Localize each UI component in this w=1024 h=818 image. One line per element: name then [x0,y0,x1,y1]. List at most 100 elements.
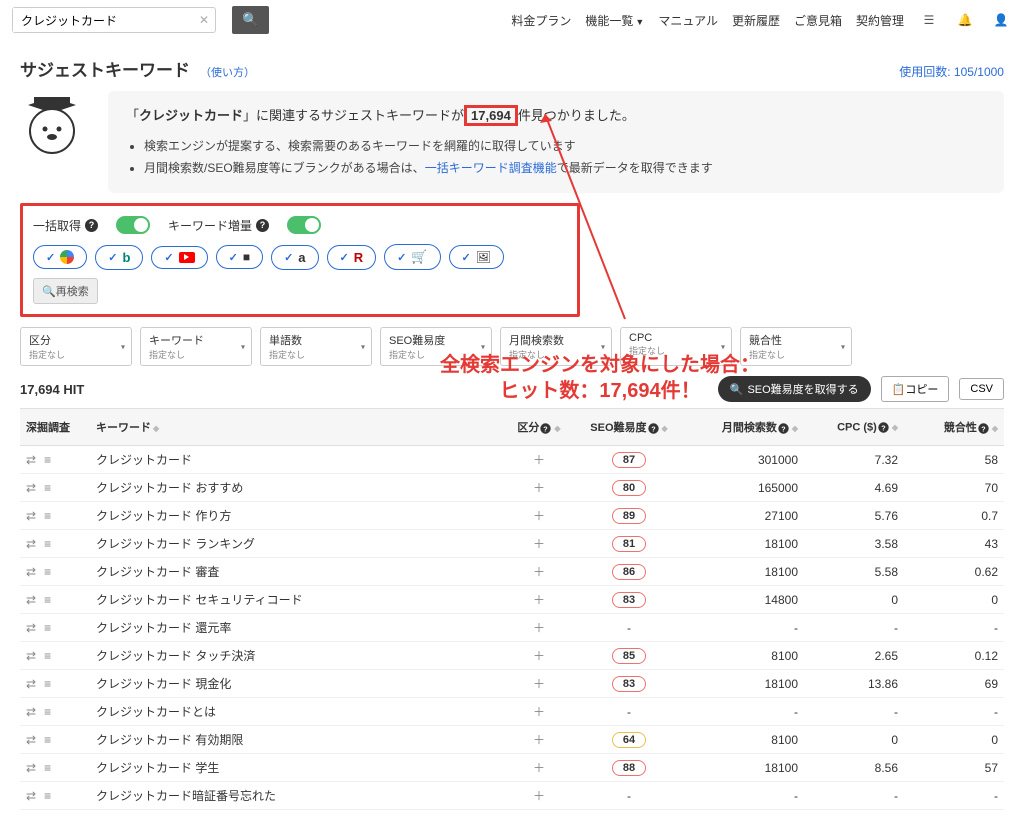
col-seo[interactable]: SEO難易度?◆ [574,409,684,446]
cell-cpc: 0 [804,586,904,614]
search-button[interactable]: 🔍 [232,6,269,34]
engine-google[interactable]: ✓ [33,245,87,269]
check-icon: ✓ [108,251,117,264]
filter-5[interactable]: CPC指定なし [620,327,732,366]
menu-icon[interactable]: ≡ [44,565,51,579]
cell-comp: - [904,698,1004,726]
filter-4[interactable]: 月間検索数指定なし [500,327,612,366]
check-icon: ✓ [229,251,238,264]
filter-3[interactable]: SEO難易度指定なし [380,327,492,366]
help-icon[interactable]: ? [541,423,551,433]
bulk-research-link[interactable]: 一括キーワード調査機能 [425,161,557,175]
bulk-toggle[interactable] [116,216,150,234]
plus-icon[interactable]: ＋ [533,789,545,803]
retweet-icon[interactable]: ⇄ [26,565,36,579]
engine-bing[interactable]: ✓b [95,245,143,270]
bell-icon[interactable]: 🔔 [954,9,976,31]
howto-link[interactable]: （使い方） [200,64,255,80]
filter-0[interactable]: 区分指定なし [20,327,132,366]
boost-toggle[interactable] [287,216,321,234]
search-input[interactable] [13,8,193,32]
filter-1[interactable]: キーワード指定なし [140,327,252,366]
help-icon[interactable]: ? [85,219,98,232]
plus-icon[interactable]: ＋ [533,621,545,635]
menu-icon[interactable]: ≡ [44,453,51,467]
engine-rakuten[interactable]: ✓R [327,245,377,270]
plus-icon[interactable]: ＋ [533,761,545,775]
user-icon[interactable]: 👤 [990,9,1012,31]
plus-icon[interactable]: ＋ [533,453,545,467]
retweet-icon[interactable]: ⇄ [26,705,36,719]
plus-icon[interactable]: ＋ [533,677,545,691]
menu-icon[interactable]: ≡ [44,789,51,803]
help-icon[interactable]: ? [648,423,658,433]
cell-comp: 0 [904,726,1004,754]
cell-cpc: 2.65 [804,642,904,670]
retweet-icon[interactable]: ⇄ [26,621,36,635]
col-comp[interactable]: 競合性?◆ [904,409,1004,446]
menu-icon[interactable]: ≡ [44,537,51,551]
menu-icon[interactable]: ≡ [44,705,51,719]
intro-box: 「クレジットカード」に関連するサジェストキーワードが17,694件見つかりました… [108,91,1004,193]
nav-pricing[interactable]: 料金プラン [511,12,571,29]
filter-6[interactable]: 競合性指定なし [740,327,852,366]
help-icon[interactable]: ? [256,219,269,232]
plus-icon[interactable]: ＋ [533,705,545,719]
engine-amazon[interactable]: ✓a [271,245,318,270]
col-monthly[interactable]: 月間検索数?◆ [684,409,804,446]
retweet-icon[interactable]: ⇄ [26,677,36,691]
plus-icon[interactable]: ＋ [533,649,545,663]
nav-manual[interactable]: マニュアル [658,12,718,29]
clear-icon[interactable]: ✕ [193,13,215,27]
menu-icon[interactable]: ≡ [44,593,51,607]
help-icon[interactable]: ? [878,422,888,432]
seo-pill: 83 [612,676,646,692]
engine-shopping[interactable]: ✓🛒 [384,244,440,270]
plus-icon[interactable]: ＋ [533,565,545,579]
engine-image[interactable]: ✓🖼 [449,245,504,269]
retweet-icon[interactable]: ⇄ [26,789,36,803]
retweet-icon[interactable]: ⇄ [26,481,36,495]
retweet-icon[interactable]: ⇄ [26,537,36,551]
nav-features[interactable]: 機能一覧▼ [585,12,644,29]
copy-button[interactable]: 📋コピー [881,376,950,402]
col-kubun[interactable]: 区分?◆ [504,409,574,446]
help-icon[interactable]: ? [978,423,988,433]
retweet-icon[interactable]: ⇄ [26,509,36,523]
cell-monthly: 18100 [684,670,804,698]
nav-feedback[interactable]: ご意見箱 [794,12,842,29]
engine-video[interactable]: ✓■ [216,245,263,269]
plus-icon[interactable]: ＋ [533,593,545,607]
nav-changelog[interactable]: 更新履歴 [732,12,780,29]
filter-2[interactable]: 単語数指定なし [260,327,372,366]
plus-icon[interactable]: ＋ [533,733,545,747]
re-search-button[interactable]: 🔍再検索 [33,278,98,304]
menu-icon[interactable]: ≡ [44,733,51,747]
intro-keyword: クレジットカード [139,108,243,123]
engine-youtube[interactable]: ✓ [151,246,207,269]
plus-icon[interactable]: ＋ [533,537,545,551]
seo-pill: 85 [612,648,646,664]
retweet-icon[interactable]: ⇄ [26,761,36,775]
menu-icon[interactable]: ≡ [44,649,51,663]
menu-icon[interactable]: ☰ [918,9,940,31]
col-cpc[interactable]: CPC ($)?◆ [804,409,904,446]
menu-icon[interactable]: ≡ [44,481,51,495]
retweet-icon[interactable]: ⇄ [26,649,36,663]
seo-pill: 88 [612,760,646,776]
retweet-icon[interactable]: ⇄ [26,593,36,607]
get-seo-button[interactable]: 🔍SEO難易度を取得する [718,376,871,402]
plus-icon[interactable]: ＋ [533,481,545,495]
csv-button[interactable]: CSV [959,378,1004,400]
menu-icon[interactable]: ≡ [44,677,51,691]
menu-icon[interactable]: ≡ [44,621,51,635]
nav-contract[interactable]: 契約管理 [856,12,904,29]
help-icon[interactable]: ? [778,423,788,433]
cell-comp: 0 [904,586,1004,614]
retweet-icon[interactable]: ⇄ [26,733,36,747]
col-keyword[interactable]: キーワード◆ [90,409,504,446]
menu-icon[interactable]: ≡ [44,509,51,523]
retweet-icon[interactable]: ⇄ [26,453,36,467]
menu-icon[interactable]: ≡ [44,761,51,775]
plus-icon[interactable]: ＋ [533,509,545,523]
